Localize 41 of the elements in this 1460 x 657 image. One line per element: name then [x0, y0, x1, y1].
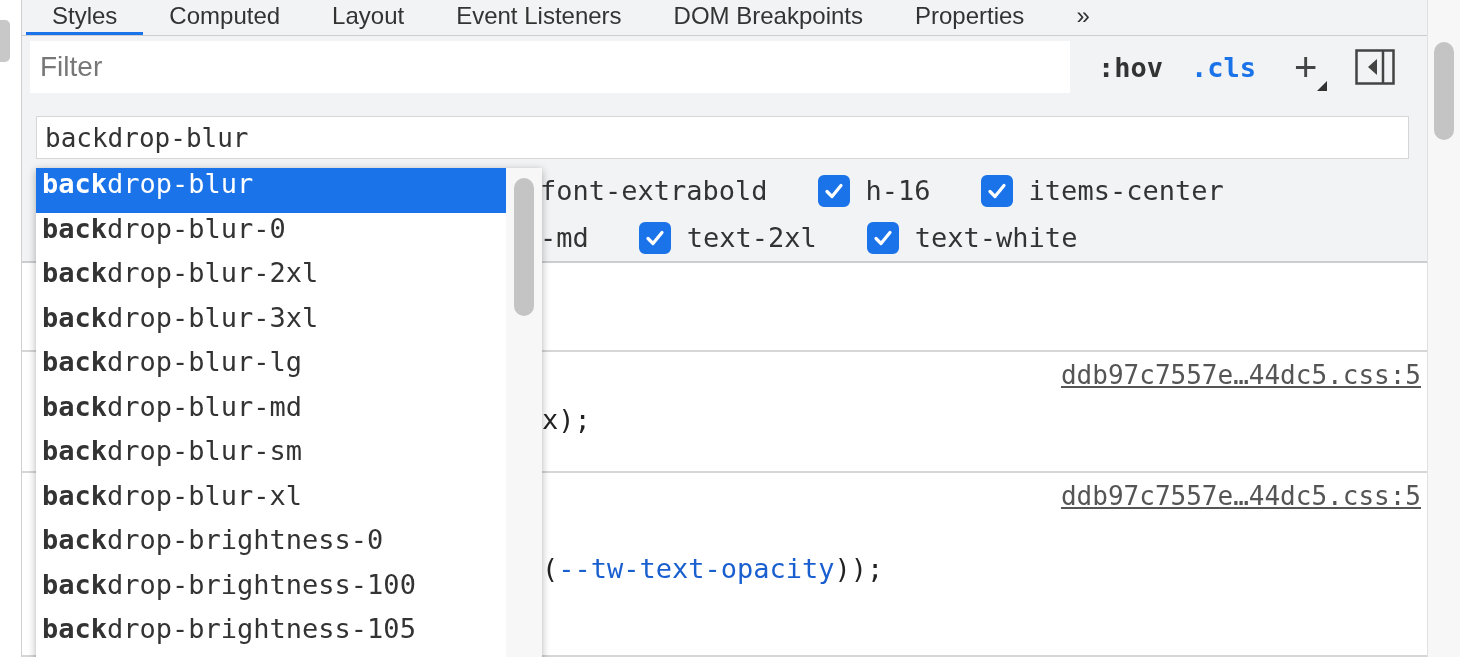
suggestion-item[interactable]: backdrop-brightness-105	[36, 613, 506, 657]
suggestion-item[interactable]: backdrop-brightness-100	[36, 568, 506, 613]
class-label: -md	[540, 222, 589, 254]
suggestion-item[interactable]: backdrop-blur	[36, 168, 506, 213]
suggestion-item[interactable]: backdrop-blur-md	[36, 390, 506, 435]
class-label: items-center	[1028, 175, 1224, 207]
new-rule-button[interactable]: +	[1294, 47, 1328, 88]
class-checkbox[interactable]	[980, 174, 1013, 207]
suggestion-item[interactable]: backdrop-blur-sm	[36, 435, 506, 480]
class-label: text-2xl	[686, 222, 817, 254]
scrollbar-thumb[interactable]	[0, 20, 10, 62]
panel-tab[interactable]: »	[1050, 0, 1116, 35]
class-label: text-white	[914, 222, 1078, 254]
css-declaration: (--tw-text-opacity));	[542, 552, 885, 584]
class-label: font-extrabold	[540, 175, 768, 207]
panel-tab[interactable]: DOM Breakpoints	[647, 0, 889, 35]
source-link[interactable]: ddb97c7557e…44dc5.css:5	[1060, 360, 1421, 391]
suggestion-item[interactable]: backdrop-blur-0	[36, 212, 506, 257]
suggestion-item[interactable]: backdrop-blur-lg	[36, 346, 506, 391]
sidebar-toggle-icon[interactable]	[1355, 49, 1396, 86]
suggestion-item[interactable]: backdrop-blur-xl	[36, 479, 506, 524]
class-checkbox[interactable]	[866, 221, 899, 254]
scrollbar-thumb[interactable]	[514, 178, 534, 316]
class-input-field[interactable]: backdrop-blur	[36, 116, 1409, 160]
class-toggle[interactable]: .cls	[1191, 51, 1257, 83]
panel-tab[interactable]: Computed	[143, 0, 307, 35]
class-checkbox[interactable]	[817, 174, 850, 207]
corner-triangle-icon	[1317, 81, 1328, 92]
suggestion-item[interactable]: backdrop-brightness-0	[36, 524, 506, 569]
panel-tab[interactable]: Properties	[889, 0, 1051, 35]
panel-tab[interactable]: Event Listeners	[430, 0, 648, 35]
suggestion-item[interactable]: backdrop-blur-2xl	[36, 257, 506, 302]
class-checkbox[interactable]	[638, 221, 671, 254]
filter-field[interactable]: Filter	[30, 41, 1070, 94]
hover-state-toggle[interactable]: :hov	[1098, 51, 1164, 83]
panel-tab[interactable]: Layout	[306, 0, 431, 35]
scrollbar-thumb[interactable]	[1434, 42, 1454, 140]
source-link[interactable]: ddb97c7557e…44dc5.css:5	[1060, 480, 1421, 511]
suggestion-item[interactable]: backdrop-blur-3xl	[36, 301, 506, 346]
class-label: h-16	[865, 175, 931, 207]
css-declaration: x);	[542, 404, 592, 436]
